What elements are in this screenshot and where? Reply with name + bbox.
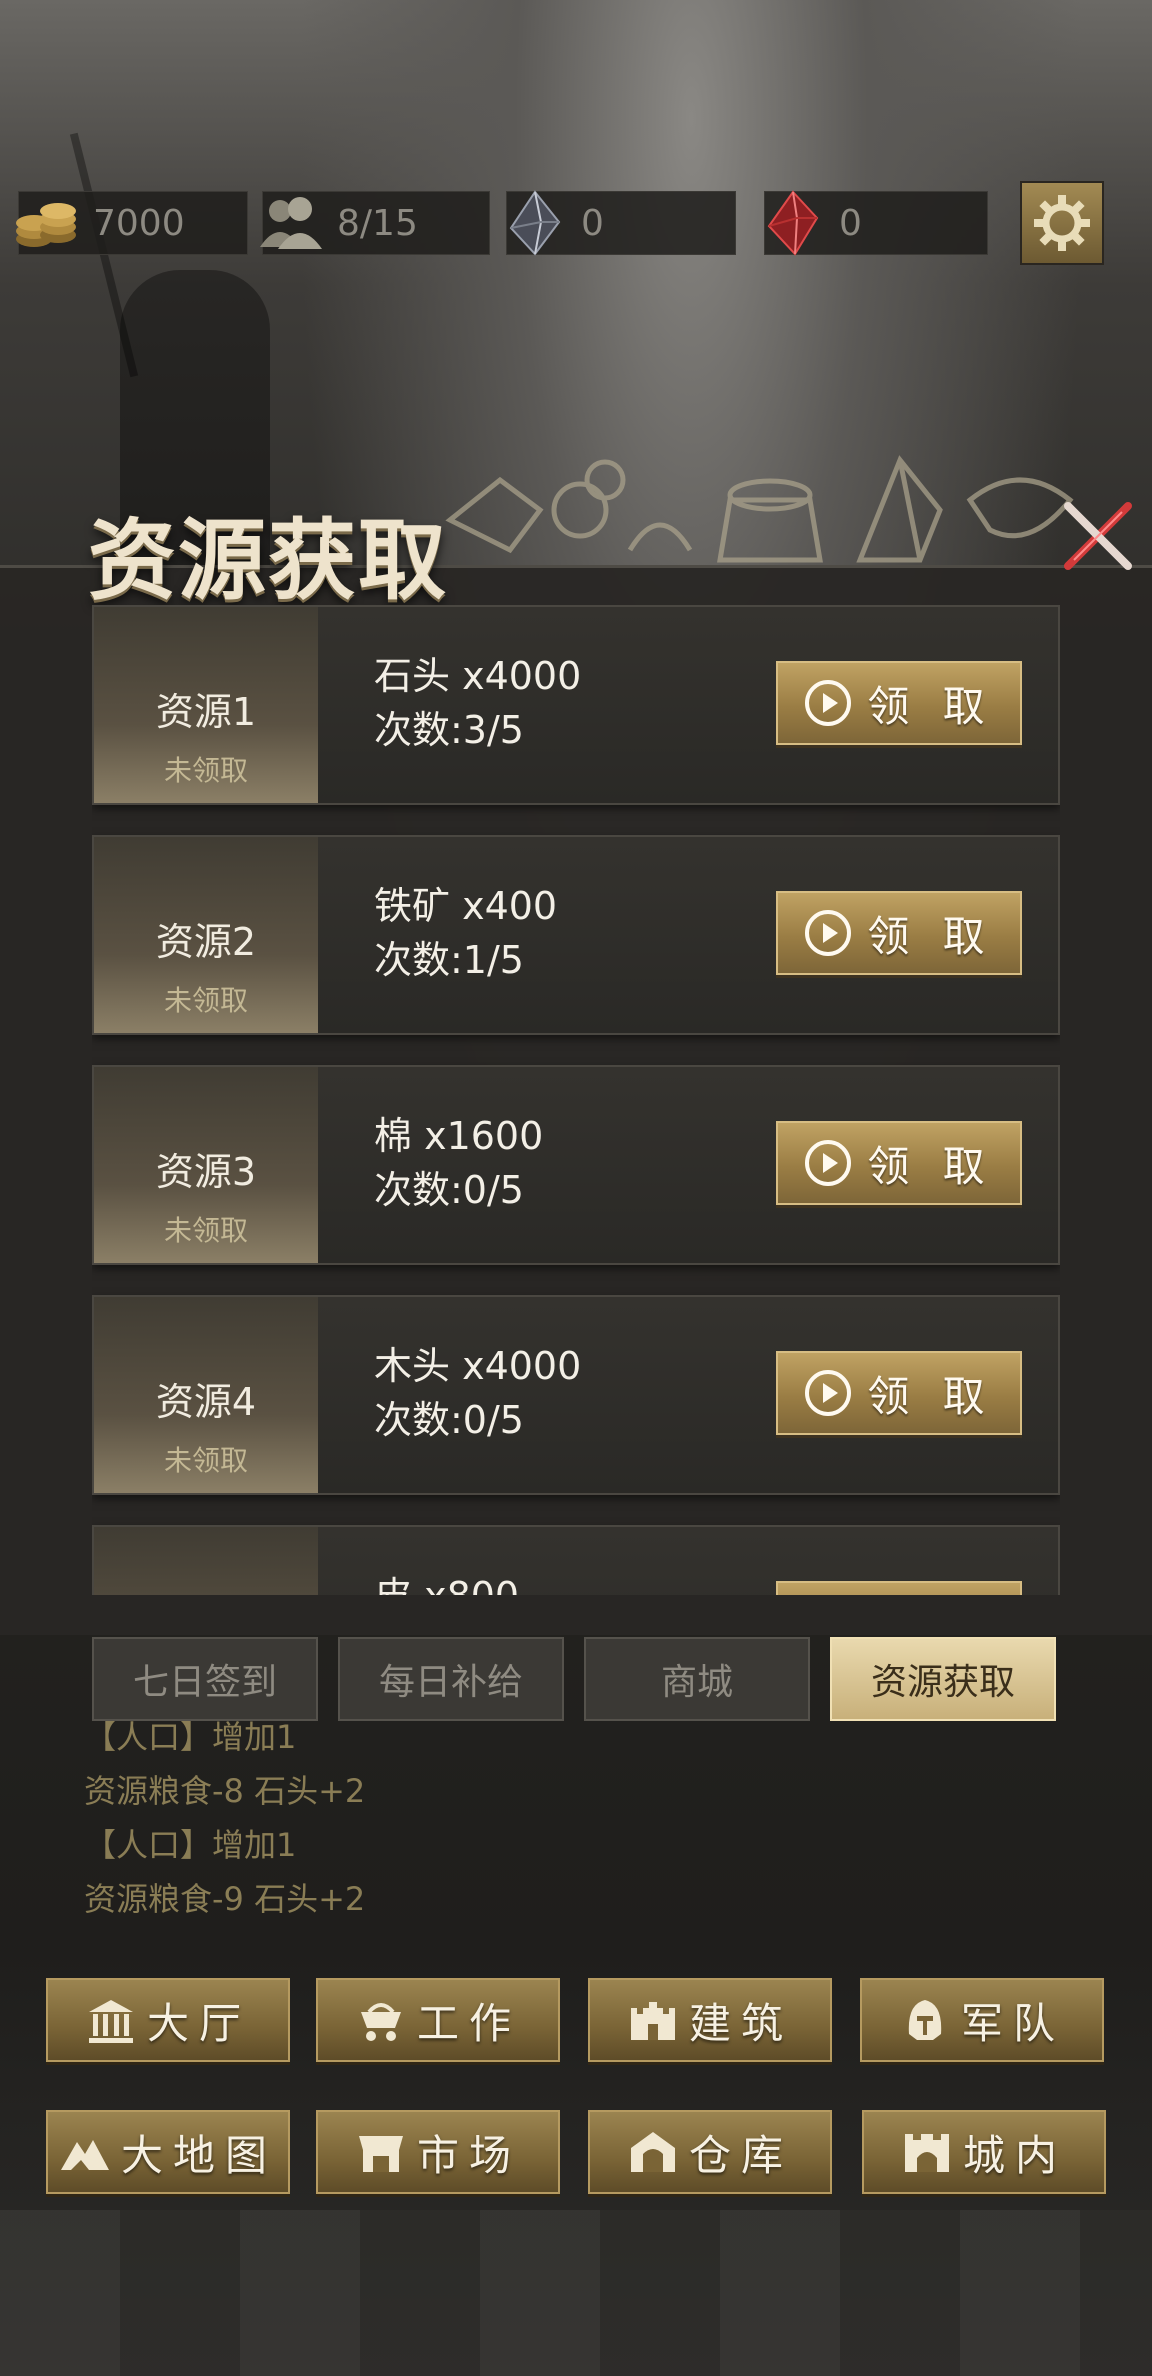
- nav-market-button[interactable]: 市场: [316, 2110, 560, 2194]
- castle-icon: [630, 2002, 675, 2040]
- shop-icon: [358, 2136, 403, 2172]
- resource-card: 资源3 未领取 棉 x1600 次数:0/5 领 取: [92, 1065, 1060, 1265]
- card-item: 棉 x1600: [374, 1114, 544, 1158]
- nav-army-button[interactable]: 军队: [860, 1978, 1104, 2062]
- resource-card: 资源2 未领取 铁矿 x400 次数:1/5 领 取: [92, 835, 1060, 1035]
- nav-label: 仓库: [688, 2130, 793, 2180]
- city-gate-icon: [904, 2134, 949, 2172]
- diamond-value: 0: [581, 202, 604, 244]
- cart-icon: [360, 2003, 401, 2041]
- claim-label: 领 取: [867, 1371, 995, 1421]
- tab-daily-supply[interactable]: 每日补给: [338, 1637, 564, 1721]
- nav-label: 城内: [962, 2130, 1067, 2180]
- diamond-icon: [495, 188, 575, 258]
- claim-label: 领 取: [867, 681, 995, 731]
- card-side: 资源2 未领取: [94, 837, 318, 1033]
- card-name: 资源1: [155, 690, 257, 734]
- population-icon: [251, 188, 331, 258]
- resource-card: 皮 x800: [92, 1525, 1060, 1595]
- nav-work-button[interactable]: 工作: [316, 1978, 560, 2062]
- claim-label: 领 取: [867, 1141, 995, 1191]
- claim-button[interactable]: 领 取: [776, 661, 1022, 745]
- claim-label: 领 取: [867, 911, 995, 961]
- gold-value: 7000: [93, 202, 185, 244]
- claim-button[interactable]: 领 取: [776, 891, 1022, 975]
- ruby-value: 0: [839, 202, 862, 244]
- nav-warehouse-button[interactable]: 仓库: [588, 2110, 832, 2194]
- settings-button[interactable]: [1020, 181, 1104, 265]
- nav-label: 军队: [960, 1998, 1065, 2048]
- play-icon: [805, 1140, 852, 1186]
- card-count: 次数:1/5: [374, 938, 524, 982]
- nav-label: 大厅: [146, 1998, 251, 2048]
- ruby-resource: 0: [764, 190, 988, 256]
- play-icon: [805, 680, 852, 726]
- resource-bar: 7000 8/15 0 0: [0, 163, 1152, 273]
- card-side: [94, 1527, 318, 1595]
- nav-world-map-button[interactable]: 大地图: [46, 2110, 290, 2194]
- nav-hall-button[interactable]: 大厅: [46, 1978, 290, 2062]
- nav-building-button[interactable]: 建筑: [588, 1978, 832, 2062]
- panel-tabs: 七日签到 每日补给 商城 资源获取: [0, 1635, 1152, 1745]
- population-value: 8/15: [337, 202, 418, 244]
- background-floor: [0, 2210, 1152, 2376]
- mountain-icon: [60, 2140, 109, 2170]
- gold-coins-icon: [7, 188, 87, 258]
- gold-resource: 7000: [16, 191, 248, 255]
- log-line: 资源粮食-9 石头+2: [84, 1880, 366, 1918]
- claim-button[interactable]: 领 取: [776, 1121, 1022, 1205]
- card-name: 资源4: [155, 1380, 257, 1424]
- nav-label: 大地图: [120, 2130, 277, 2180]
- card-side: 资源3 未领取: [94, 1067, 318, 1263]
- card-item: 皮 x800: [374, 1565, 519, 1595]
- nav-label: 市场: [416, 2130, 521, 2180]
- card-side: 资源4 未领取: [94, 1297, 318, 1493]
- play-icon: [805, 910, 852, 956]
- ruby-icon: [753, 188, 833, 258]
- resource-icons-decoration: [430, 440, 1090, 570]
- card-status: 未领取: [163, 984, 248, 1017]
- card-count: 次数:0/5: [374, 1398, 524, 1442]
- resource-card: 资源1 未领取 石头 x4000 次数:3/5 领 取: [92, 605, 1060, 805]
- hall-icon: [88, 2000, 133, 2043]
- tab-resource-acquire[interactable]: 资源获取: [830, 1637, 1056, 1721]
- card-count: 次数:0/5: [374, 1168, 524, 1212]
- card-status: 未领取: [163, 754, 248, 787]
- log-line: 资源粮食-8 石头+2: [84, 1772, 366, 1810]
- nav-label: 工作: [416, 1998, 521, 2048]
- tab-seven-day-signin[interactable]: 七日签到: [92, 1637, 318, 1721]
- diamond-resource: 0: [506, 190, 736, 256]
- card-item: 铁矿 x400: [374, 884, 558, 928]
- card-status: 未领取: [163, 1444, 248, 1477]
- card-status: 未领取: [163, 1214, 248, 1247]
- nav-inner-city-button[interactable]: 城内: [862, 2110, 1106, 2194]
- card-item: 木头 x4000: [374, 1344, 582, 1388]
- card-name: 资源3: [155, 1150, 257, 1194]
- card-count: 次数:3/5: [374, 708, 524, 752]
- resource-card: 资源4 未领取 木头 x4000 次数:0/5 领 取: [92, 1295, 1060, 1495]
- warehouse-icon: [630, 2132, 675, 2172]
- tab-shop[interactable]: 商城: [584, 1637, 810, 1721]
- panel-title: 资源获取: [88, 508, 449, 612]
- card-item: 石头 x4000: [374, 654, 582, 698]
- log-line: 【人口】增加1: [84, 1826, 297, 1864]
- close-button[interactable]: [1058, 496, 1138, 576]
- card-side: 资源1 未领取: [94, 607, 318, 803]
- gear-icon: [1034, 195, 1090, 251]
- claim-button[interactable]: 领 取: [776, 1351, 1022, 1435]
- helmet-icon: [908, 2000, 942, 2040]
- play-icon: [805, 1370, 852, 1416]
- claim-button[interactable]: [776, 1581, 1022, 1595]
- population-resource: 8/15: [260, 191, 490, 255]
- card-name: 资源2: [155, 920, 257, 964]
- close-icon: [1064, 502, 1132, 570]
- resource-list[interactable]: 资源1 未领取 石头 x4000 次数:3/5 领 取 资源2 未领取 铁矿 x…: [92, 605, 1060, 1595]
- nav-label: 建筑: [688, 1998, 793, 2048]
